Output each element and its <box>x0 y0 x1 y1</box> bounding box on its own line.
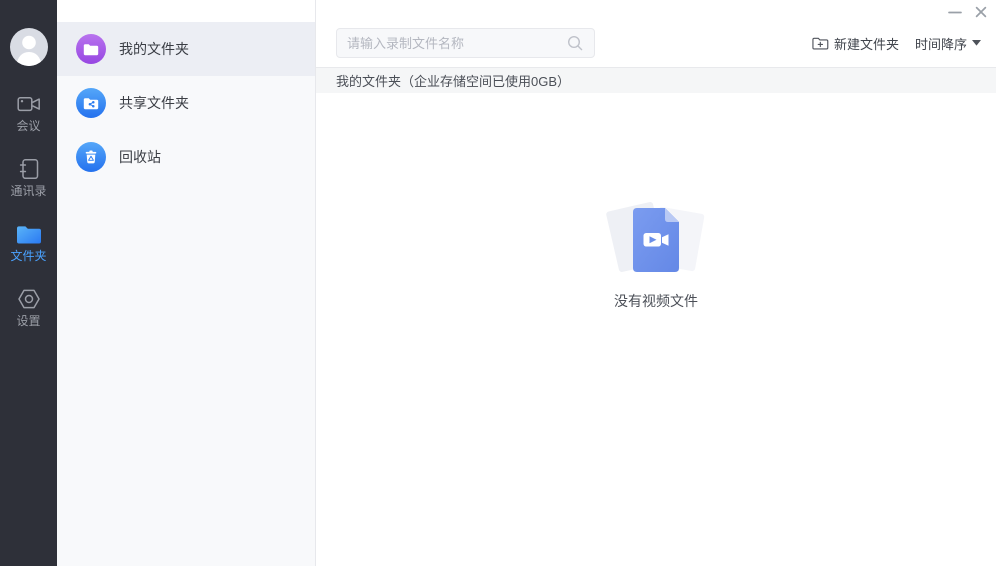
recycle-bin-icon <box>76 142 106 172</box>
secondary-sidebar: 我的文件夹 共享文件夹 <box>57 0 316 566</box>
folder-item-shared-folder[interactable]: 共享文件夹 <box>57 76 315 130</box>
minimize-icon <box>948 5 962 19</box>
shared-folder-icon <box>76 88 106 118</box>
toolbar-actions: 新建文件夹 时间降序 <box>812 28 981 58</box>
storage-info-text: 我的文件夹（企业存储空间已使用0GB） <box>336 71 570 90</box>
primary-sidebar: 会议 通讯录 <box>0 0 57 566</box>
empty-state: 没有视频文件 <box>609 197 703 311</box>
sort-label: 时间降序 <box>915 34 967 53</box>
nav-label-settings: 设置 <box>16 314 40 329</box>
primary-nav: 会议 通讯录 <box>0 92 57 352</box>
folder-icon <box>16 222 42 246</box>
storage-info-bar: 我的文件夹（企业存储空间已使用0GB） <box>316 67 996 93</box>
nav-item-settings[interactable]: 设置 <box>0 287 57 329</box>
my-folder-icon <box>76 34 106 64</box>
empty-state-text: 没有视频文件 <box>614 291 698 311</box>
nav-label-contacts: 通讯录 <box>10 184 46 199</box>
app-window: 会议 通讯录 <box>0 0 996 566</box>
new-folder-button[interactable]: 新建文件夹 <box>812 34 899 53</box>
settings-icon <box>17 287 41 311</box>
folder-item-my-folder[interactable]: 我的文件夹 <box>57 22 315 76</box>
search-box[interactable] <box>336 28 595 58</box>
folder-item-label: 我的文件夹 <box>119 39 189 59</box>
address-book-icon <box>18 157 40 181</box>
close-icon <box>974 5 988 19</box>
close-button[interactable] <box>972 3 990 21</box>
minimize-button[interactable] <box>946 3 964 21</box>
nav-item-contacts[interactable]: 通讯录 <box>0 157 57 199</box>
folder-item-label: 回收站 <box>119 147 161 167</box>
window-controls <box>946 3 990 21</box>
nav-item-meeting[interactable]: 会议 <box>0 92 57 134</box>
video-camera-icon <box>17 92 41 116</box>
user-avatar-icon <box>10 28 48 66</box>
nav-label-folders: 文件夹 <box>10 249 46 264</box>
nav-item-folders[interactable]: 文件夹 <box>0 222 57 264</box>
video-file-icon <box>633 208 679 272</box>
nav-label-meeting: 会议 <box>16 119 40 134</box>
new-folder-icon <box>812 36 829 51</box>
folder-item-label: 共享文件夹 <box>119 93 189 113</box>
folder-item-recycle-bin[interactable]: 回收站 <box>57 130 315 184</box>
empty-video-illustration <box>609 197 703 283</box>
sidebar-top-strip <box>57 0 315 22</box>
chevron-down-icon <box>972 40 981 46</box>
avatar[interactable] <box>10 28 48 66</box>
main-panel: 新建文件夹 时间降序 我的文件夹（企业存储空间已使用0GB） <box>316 0 996 566</box>
new-folder-label: 新建文件夹 <box>834 34 899 53</box>
search-icon <box>566 34 584 52</box>
toolbar: 新建文件夹 时间降序 <box>316 0 996 67</box>
sort-dropdown[interactable]: 时间降序 <box>915 34 981 53</box>
file-list-area: 没有视频文件 <box>316 93 996 566</box>
search-input[interactable] <box>347 36 566 51</box>
